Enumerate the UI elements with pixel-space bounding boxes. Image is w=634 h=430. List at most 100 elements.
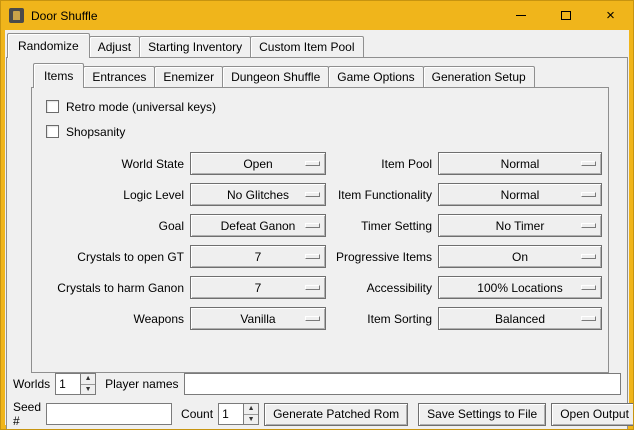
item-sorting-label: Item Sorting xyxy=(330,312,434,326)
maximize-button[interactable] xyxy=(543,1,588,30)
retro-mode-label: Retro mode (universal keys) xyxy=(66,100,216,114)
worlds-input[interactable] xyxy=(56,374,80,394)
spin-down-icon[interactable]: ▼ xyxy=(81,385,95,395)
item-pool-value: Normal xyxy=(501,157,540,171)
titlebar: Door Shuffle × xyxy=(1,1,633,30)
crystals-ganon-dropdown[interactable]: 7 xyxy=(190,276,326,299)
item-functionality-dropdown[interactable]: Normal xyxy=(438,183,602,206)
tab-items[interactable]: Items xyxy=(33,63,84,88)
dropdown-indicator-icon xyxy=(305,223,320,228)
window-title: Door Shuffle xyxy=(31,9,98,23)
tab-starting-inventory[interactable]: Starting Inventory xyxy=(139,36,251,57)
timer-setting-dropdown[interactable]: No Timer xyxy=(438,214,602,237)
dropdown-indicator-icon xyxy=(581,285,596,290)
footer-row-worlds: Worlds ▲ ▼ Player names xyxy=(7,373,627,395)
count-input[interactable] xyxy=(219,404,243,424)
dropdown-indicator-icon xyxy=(581,254,596,259)
spin-down-icon[interactable]: ▼ xyxy=(244,415,258,425)
accessibility-dropdown[interactable]: 100% Locations xyxy=(438,276,602,299)
retro-mode-checkbox-row[interactable]: Retro mode (universal keys) xyxy=(46,94,600,119)
tab-adjust[interactable]: Adjust xyxy=(89,36,140,57)
spin-up-icon[interactable]: ▲ xyxy=(81,374,95,385)
progressive-items-label: Progressive Items xyxy=(330,250,434,264)
progressive-items-value: On xyxy=(512,250,528,264)
count-label: Count xyxy=(181,407,213,421)
logic-level-dropdown[interactable]: No Glitches xyxy=(190,183,326,206)
dropdown-indicator-icon xyxy=(305,161,320,166)
goal-label: Goal xyxy=(40,219,186,233)
dropdown-indicator-icon xyxy=(581,161,596,166)
minimize-icon xyxy=(516,15,526,16)
dropdown-indicator-icon xyxy=(581,316,596,321)
window-content: Randomize Adjust Starting Inventory Cust… xyxy=(5,30,629,425)
item-sorting-value: Balanced xyxy=(495,312,545,326)
item-pool-dropdown[interactable]: Normal xyxy=(438,152,602,175)
crystals-gt-value: 7 xyxy=(255,250,262,264)
tab-randomize[interactable]: Randomize xyxy=(7,33,90,58)
worlds-stepper-arrows: ▲ ▼ xyxy=(80,374,95,394)
progressive-items-dropdown[interactable]: On xyxy=(438,245,602,268)
worlds-label: Worlds xyxy=(13,377,50,391)
tab-custom-item-pool[interactable]: Custom Item Pool xyxy=(250,36,363,57)
tab-entrances[interactable]: Entrances xyxy=(83,66,155,87)
logic-level-value: No Glitches xyxy=(227,188,289,202)
logic-level-label: Logic Level xyxy=(40,188,186,202)
world-state-label: World State xyxy=(40,157,186,171)
spin-up-icon[interactable]: ▲ xyxy=(244,404,258,415)
seed-label: Seed # xyxy=(13,400,41,428)
outer-tab-bar: Randomize Adjust Starting Inventory Cust… xyxy=(5,33,629,57)
minimize-button[interactable] xyxy=(498,1,543,30)
shopsanity-checkbox-row[interactable]: Shopsanity xyxy=(46,119,600,144)
app-icon xyxy=(9,8,24,23)
close-button[interactable]: × xyxy=(588,1,633,30)
dropdown-indicator-icon xyxy=(581,223,596,228)
player-names-input[interactable] xyxy=(184,373,622,395)
crystals-gt-label: Crystals to open GT xyxy=(40,250,186,264)
randomize-pane: Items Entrances Enemizer Dungeon Shuffle… xyxy=(6,57,628,430)
shopsanity-checkbox[interactable] xyxy=(46,125,59,138)
close-icon: × xyxy=(606,8,615,23)
shopsanity-label: Shopsanity xyxy=(66,125,125,139)
tab-enemizer[interactable]: Enemizer xyxy=(154,66,223,87)
dropdown-indicator-icon xyxy=(581,192,596,197)
dropdown-indicator-icon xyxy=(305,316,320,321)
inner-tab-bar: Items Entrances Enemizer Dungeon Shuffle… xyxy=(31,63,609,87)
goal-dropdown[interactable]: Defeat Ganon xyxy=(190,214,326,237)
goal-value: Defeat Ganon xyxy=(221,219,296,233)
tab-game-options[interactable]: Game Options xyxy=(328,66,423,87)
dropdown-indicator-icon xyxy=(305,192,320,197)
dropdown-indicator-icon xyxy=(305,285,320,290)
maximize-icon xyxy=(561,11,571,20)
tab-generation-setup[interactable]: Generation Setup xyxy=(423,66,535,87)
options-grid: World State Open Item Pool Normal Logic … xyxy=(40,152,600,330)
weapons-label: Weapons xyxy=(40,312,186,326)
timer-setting-label: Timer Setting xyxy=(330,219,434,233)
accessibility-label: Accessibility xyxy=(330,281,434,295)
crystals-ganon-label: Crystals to harm Ganon xyxy=(40,281,186,295)
crystals-gt-dropdown[interactable]: 7 xyxy=(190,245,326,268)
items-pane: Retro mode (universal keys) Shopsanity W… xyxy=(31,87,609,373)
timer-setting-value: No Timer xyxy=(496,219,545,233)
seed-input[interactable] xyxy=(46,403,172,425)
open-output-directory-button[interactable]: Open Output Directory xyxy=(551,403,634,426)
item-functionality-value: Normal xyxy=(501,188,540,202)
footer-row-generate: Seed # Count ▲ ▼ Generate Patched Rom Sa… xyxy=(7,400,627,428)
count-stepper: ▲ ▼ xyxy=(218,403,259,425)
dropdown-indicator-icon xyxy=(305,254,320,259)
world-state-dropdown[interactable]: Open xyxy=(190,152,326,175)
window: Door Shuffle × Randomize Adjust Starting… xyxy=(0,0,634,430)
worlds-stepper: ▲ ▼ xyxy=(55,373,96,395)
item-functionality-label: Item Functionality xyxy=(330,188,434,202)
accessibility-value: 100% Locations xyxy=(477,281,562,295)
generate-patched-rom-button[interactable]: Generate Patched Rom xyxy=(264,403,408,426)
window-controls: × xyxy=(498,1,633,30)
save-settings-button[interactable]: Save Settings to File xyxy=(418,403,546,426)
retro-mode-checkbox[interactable] xyxy=(46,100,59,113)
item-sorting-dropdown[interactable]: Balanced xyxy=(438,307,602,330)
crystals-ganon-value: 7 xyxy=(255,281,262,295)
inner-notebook: Items Entrances Enemizer Dungeon Shuffle… xyxy=(31,63,609,373)
count-stepper-arrows: ▲ ▼ xyxy=(243,404,258,424)
world-state-value: Open xyxy=(243,157,272,171)
weapons-dropdown[interactable]: Vanilla xyxy=(190,307,326,330)
tab-dungeon-shuffle[interactable]: Dungeon Shuffle xyxy=(222,66,329,87)
